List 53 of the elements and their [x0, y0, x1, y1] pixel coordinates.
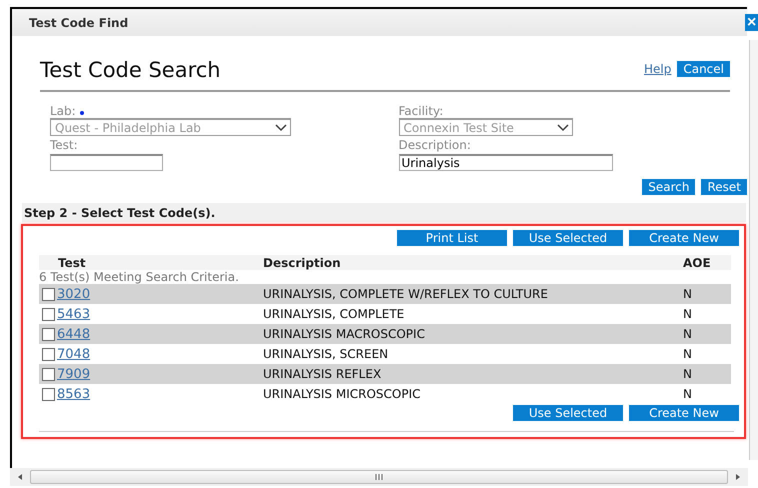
test-code-link[interactable]: 3020	[57, 286, 90, 302]
test-code-link[interactable]: 5463	[57, 306, 90, 322]
cancel-button[interactable]: Cancel	[677, 61, 730, 77]
row-checkbox[interactable]	[42, 288, 55, 300]
action-button[interactable]: Use Selected	[513, 230, 623, 246]
vertical-scrollbar[interactable]	[749, 40, 758, 460]
test-code-link[interactable]: 7909	[57, 366, 90, 382]
step-title: Step 2 - Select Test Code(s).	[24, 206, 216, 220]
table-cell-text: N	[683, 387, 693, 401]
help-link[interactable]: Help	[644, 62, 672, 76]
window-title: Test Code Find	[29, 16, 128, 30]
action-button[interactable]: Create New	[629, 230, 739, 246]
table-cell-text: URINALYSIS, COMPLETE W/REFLEX TO CULTURE	[263, 287, 549, 301]
row-checkbox[interactable]	[42, 368, 55, 380]
table-cell-text: URINALYSIS MICROSCOPIC	[263, 387, 422, 401]
column-header: Description	[263, 256, 342, 270]
test-code-link[interactable]: 6448	[57, 326, 90, 342]
page-heading: Test Code Search	[40, 58, 221, 82]
test-code-link[interactable]: 8563	[57, 386, 90, 402]
scroll-right-icon[interactable]	[734, 473, 742, 481]
field-label: Facility:	[398, 104, 444, 118]
scroll-left-icon[interactable]	[16, 473, 24, 481]
table-cell-text: URINALYSIS, COMPLETE	[263, 307, 406, 321]
action-button[interactable]: Use Selected	[513, 405, 623, 421]
form-button[interactable]: Search	[642, 179, 696, 195]
chevron-down-icon	[275, 124, 287, 132]
column-header: AOE	[683, 256, 712, 270]
description-input-field[interactable]: Urinalysis	[398, 154, 612, 171]
form-button[interactable]: Reset	[701, 179, 747, 195]
row-checkbox[interactable]	[42, 348, 55, 360]
table-cell-text: URINALYSIS MACROSCOPIC	[263, 327, 426, 341]
action-button[interactable]: Create New	[629, 405, 739, 421]
result-count: 6 Test(s) Meeting Search Criteria.	[39, 270, 240, 284]
table-cell-text: N	[683, 287, 693, 301]
column-header: Test	[57, 256, 87, 270]
row-checkbox[interactable]	[42, 308, 55, 320]
close-button[interactable]: ×	[745, 14, 758, 31]
row-checkbox[interactable]	[42, 388, 55, 400]
table-cell-text: N	[683, 367, 693, 381]
row-checkbox[interactable]	[42, 328, 55, 340]
field-label: Lab:	[50, 104, 76, 118]
table-cell-text: N	[683, 347, 693, 361]
chevron-down-icon	[556, 124, 568, 132]
test-input-field[interactable]	[50, 154, 163, 171]
action-button[interactable]: Print List	[397, 230, 507, 246]
table-cell-text: N	[683, 307, 693, 321]
test-code-link[interactable]: 7048	[57, 346, 90, 362]
grip-icon	[375, 474, 383, 480]
table-cell-text: URINALYSIS, SCREEN	[263, 347, 390, 361]
table-cell-text: N	[683, 327, 693, 341]
field-label: Test:	[50, 138, 78, 152]
field-label: Description:	[398, 138, 471, 152]
table-cell-text: URINALYSIS REFLEX	[263, 367, 382, 381]
